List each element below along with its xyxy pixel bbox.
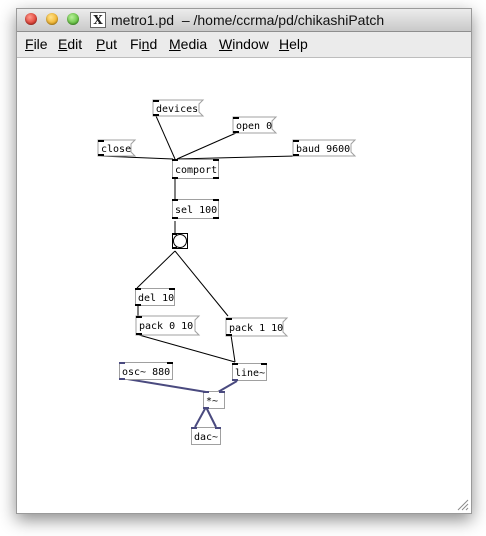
object-osc[interactable]: osc~ 880 (119, 362, 173, 380)
object-sel-label: sel 100 (175, 205, 217, 216)
connection-baud-comport (176, 155, 297, 160)
connection-devices-comport (155, 115, 176, 160)
message-pack0[interactable]: pack 0 10 (135, 315, 201, 336)
message-baud-label: baud 9600 (296, 144, 350, 155)
connection-bang-pack1 (174, 250, 229, 317)
connection-bang-del (136, 250, 176, 289)
message-pack1-label: pack 1 10 (229, 323, 283, 334)
minimize-window-button[interactable] (46, 13, 58, 25)
object-dac[interactable]: dac~ (191, 427, 221, 445)
patch-graph: devices open 0 close baud 9600 pack 0 10… (97, 99, 357, 445)
patch-canvas[interactable]: devices open 0 close baud 9600 pack 0 10… (17, 58, 471, 513)
message-pack1[interactable]: pack 1 10 (225, 317, 289, 337)
object-osc-label: osc~ 880 (122, 367, 170, 378)
window-title: metro1.pd – /home/ccrma/pd/chikashiPatch (111, 12, 385, 28)
object-line[interactable]: line~ (232, 363, 267, 381)
menu-help[interactable]: Help (279, 36, 308, 53)
message-baud[interactable]: baud 9600 (292, 139, 357, 157)
menu-window[interactable]: Window (219, 36, 269, 53)
connection-pack1-line (230, 334, 236, 363)
message-pack0-label: pack 0 10 (139, 321, 193, 332)
message-devices[interactable]: devices (152, 99, 205, 117)
object-dac-label: dac~ (194, 432, 218, 443)
menu-find[interactable]: Find (130, 36, 157, 53)
close-window-button[interactable] (25, 13, 37, 25)
object-sel[interactable]: sel 100 (172, 199, 219, 219)
zoom-window-button[interactable] (67, 13, 79, 25)
connection-open-comport (176, 132, 237, 160)
message-devices-label: devices (156, 104, 198, 115)
object-comport-label: comport (175, 165, 217, 176)
connection-pack0-line (138, 334, 236, 363)
pd-patch-window: X metro1.pd – /home/ccrma/pd/chikashiPat… (16, 8, 472, 514)
message-open[interactable]: open 0 (232, 116, 278, 134)
object-del[interactable]: del 10 (135, 288, 175, 306)
bang-button[interactable] (172, 233, 188, 249)
title-bar[interactable]: X metro1.pd – /home/ccrma/pd/chikashiPat… (17, 9, 471, 32)
object-line-label: line~ (235, 368, 265, 379)
resize-grip-icon[interactable] (457, 499, 469, 511)
message-close-label: close (101, 144, 131, 155)
message-open-label: open 0 (236, 121, 272, 132)
object-comport[interactable]: comport (172, 159, 219, 179)
menu-bar: File Edit Put Find Media Window Help (17, 32, 471, 58)
menu-put[interactable]: Put (96, 36, 117, 53)
object-mul-label: *~ (206, 396, 218, 407)
connection-osc-mul (120, 377, 207, 393)
message-close[interactable]: close (97, 139, 137, 157)
menu-edit[interactable]: Edit (58, 36, 82, 53)
connection-mul-dac-left (194, 406, 207, 428)
menu-media[interactable]: Media (169, 36, 207, 53)
connection-mul-dac-right (205, 406, 217, 428)
object-del-label: del 10 (138, 293, 174, 304)
object-mul[interactable]: *~ (203, 391, 225, 409)
menu-file[interactable]: File (25, 36, 48, 53)
connection-line-mul (217, 380, 238, 393)
x11-icon: X (90, 12, 106, 28)
